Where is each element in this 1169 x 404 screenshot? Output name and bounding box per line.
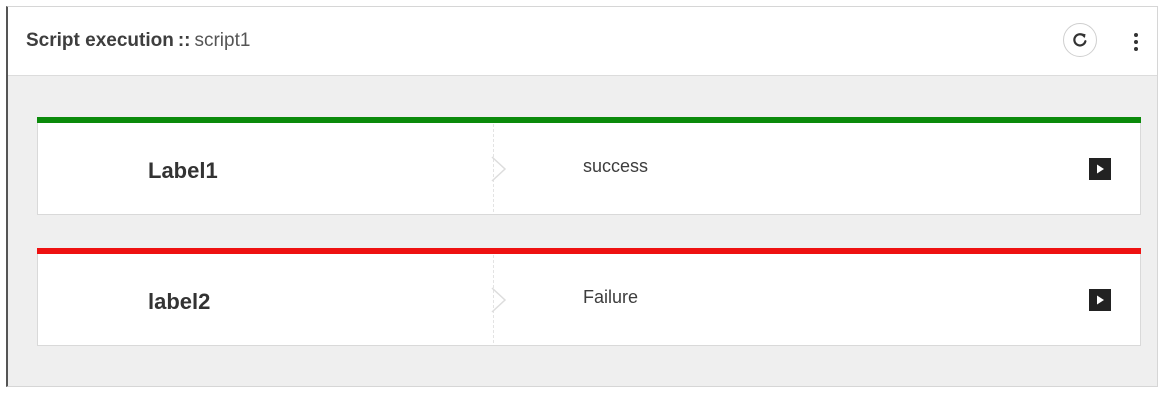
more-vertical-icon <box>1134 33 1138 37</box>
execution-card: Label1 success <box>37 117 1141 215</box>
title-separator: :: <box>177 30 191 51</box>
refresh-button[interactable] <box>1063 23 1097 57</box>
play-icon <box>1097 164 1104 174</box>
execution-card: label2 Failure <box>37 248 1141 346</box>
title-script-name: script1 <box>194 30 251 51</box>
script-execution-widget: Script execution:: script1 Label1 success <box>6 6 1158 387</box>
widget-title: Script execution:: script1 <box>26 30 250 52</box>
execution-status: Failure <box>583 287 639 307</box>
chevron-right-icon <box>491 156 507 182</box>
status-bar-failure <box>37 248 1141 254</box>
chevron-right-icon <box>491 287 507 313</box>
refresh-icon <box>1073 33 1087 47</box>
play-icon <box>1097 295 1104 305</box>
status-bar-success <box>37 117 1141 123</box>
title-main: Script execution <box>26 30 174 51</box>
execution-label: label2 <box>148 289 211 314</box>
run-button[interactable] <box>1089 289 1111 311</box>
widget-header: Script execution:: script1 <box>8 7 1157 76</box>
run-button[interactable] <box>1089 158 1111 180</box>
more-options-button[interactable] <box>1124 27 1148 57</box>
execution-label: Label1 <box>148 158 218 183</box>
execution-status: success <box>583 156 649 176</box>
